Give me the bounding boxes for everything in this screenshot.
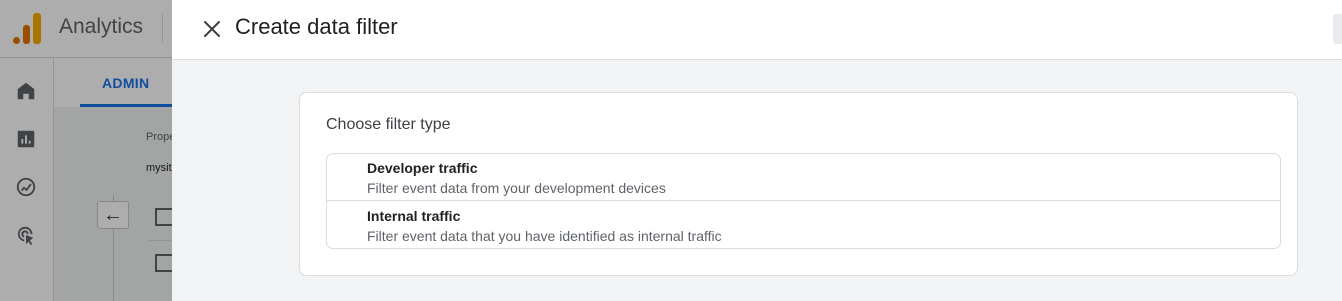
create-data-filter-panel: Create data filter Choose filter type De… xyxy=(172,0,1342,301)
scrollbar[interactable] xyxy=(1333,14,1342,44)
panel-header: Create data filter xyxy=(172,0,1342,60)
card-title: Choose filter type xyxy=(326,116,451,133)
option-description: Filter event data that you have identifi… xyxy=(367,228,722,244)
option-title: Developer traffic xyxy=(367,160,478,176)
panel-title: Create data filter xyxy=(235,14,398,39)
option-developer-traffic[interactable]: Developer traffic Filter event data from… xyxy=(327,154,1280,201)
close-icon xyxy=(204,21,220,37)
option-description: Filter event data from your development … xyxy=(367,180,666,196)
filter-type-options: Developer traffic Filter event data from… xyxy=(326,153,1281,249)
close-button[interactable] xyxy=(198,15,226,43)
filter-type-card: Choose filter type Developer traffic Fil… xyxy=(299,92,1298,276)
modal-scrim[interactable] xyxy=(0,0,172,301)
option-title: Internal traffic xyxy=(367,208,461,224)
option-internal-traffic[interactable]: Internal traffic Filter event data that … xyxy=(327,202,1280,249)
